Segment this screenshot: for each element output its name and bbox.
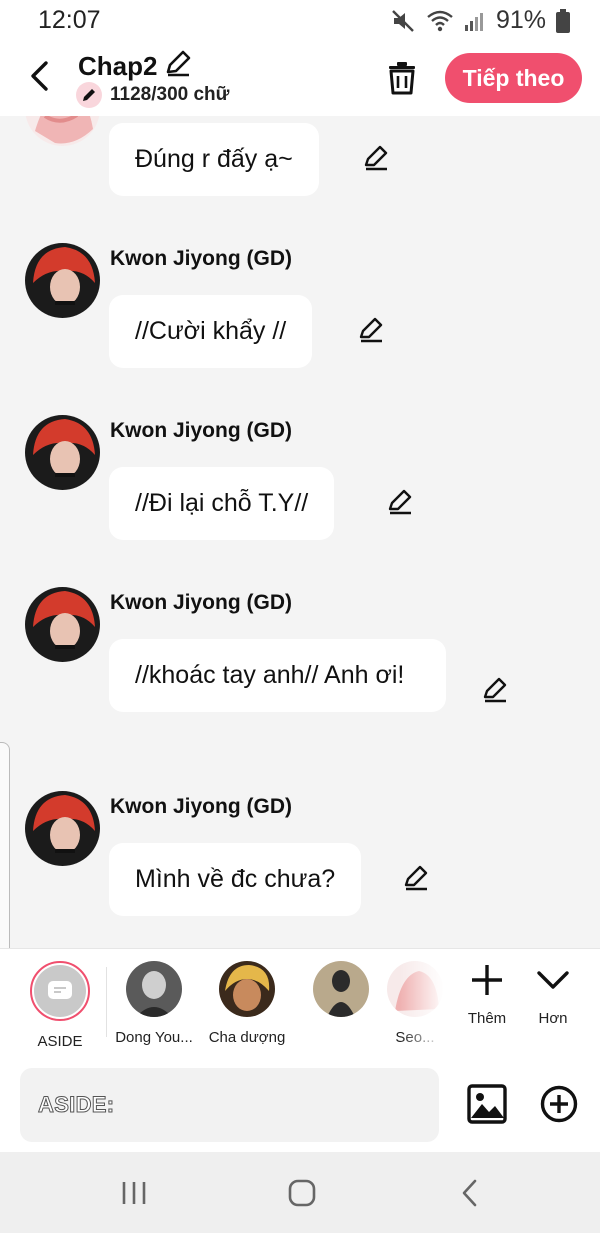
more-button[interactable]: Thêm xyxy=(457,963,517,1027)
status-icons: 91% xyxy=(390,6,570,35)
avatar xyxy=(313,961,369,1017)
avatar[interactable] xyxy=(25,243,100,318)
add-button[interactable] xyxy=(540,1085,578,1123)
character-item[interactable] xyxy=(293,961,389,1029)
mute-icon xyxy=(390,8,416,34)
signal-icon xyxy=(464,10,486,32)
character-picker: ASIDE Dong You... Cha dượng Seo... Thêm … xyxy=(0,948,600,1059)
picker-fade xyxy=(400,949,445,1059)
edit-icon[interactable] xyxy=(362,144,390,172)
recent-apps-button[interactable] xyxy=(114,1176,154,1210)
avatar[interactable] xyxy=(25,116,100,146)
chat-bubble-icon xyxy=(48,981,72,999)
message-bubble[interactable]: Đúng r đấy ạ~ xyxy=(109,123,319,196)
sender-name: Kwon Jiyong (GD) xyxy=(110,795,292,818)
message-text: //khoác tay anh// Anh ơi! xyxy=(135,661,405,689)
trash-icon xyxy=(389,62,415,95)
character-label: Dong You... xyxy=(115,1029,193,1046)
plus-icon xyxy=(472,965,502,995)
next-button[interactable]: Tiếp theo xyxy=(445,53,582,103)
edit-icon[interactable] xyxy=(357,316,385,344)
system-nav-bar xyxy=(0,1152,600,1233)
editor-header: Chap2 1128/300 chữ Tiếp theo xyxy=(0,42,600,116)
chevron-down-icon xyxy=(537,971,569,989)
chapter-title-text: Chap2 xyxy=(78,51,158,81)
aside-avatar xyxy=(30,961,90,1021)
character-label: ASIDE xyxy=(37,1033,83,1050)
message-text: //Cười khẩy // xyxy=(135,317,287,345)
message-bubble[interactable]: //khoác tay anh// Anh ơi! xyxy=(109,639,446,712)
recent-apps-icon xyxy=(122,1182,146,1204)
avatar[interactable] xyxy=(25,415,100,490)
char-count: 1128/300 chữ xyxy=(76,82,229,108)
sender-name: Kwon Jiyong (GD) xyxy=(110,591,292,614)
chapter-title[interactable]: Chap2 xyxy=(78,48,193,85)
input-row: ASIDE: xyxy=(0,1058,600,1152)
back-button[interactable] xyxy=(22,56,56,96)
character-aside[interactable]: ASIDE xyxy=(12,961,108,1050)
battery-icon xyxy=(556,8,570,33)
char-count-text: 1128/300 chữ xyxy=(110,84,230,105)
pencil-icon[interactable] xyxy=(163,48,193,85)
message-bubble[interactable]: //Cười khẩy // xyxy=(109,295,313,368)
message-bubble[interactable]: //Đi lại chỗ T.Y// xyxy=(109,467,335,540)
back-arrow-icon xyxy=(462,1179,477,1207)
battery-percent: 91% xyxy=(495,6,546,34)
back-nav-button[interactable] xyxy=(450,1176,490,1210)
status-bar: 12:07 91% xyxy=(0,0,600,42)
status-time: 12:07 xyxy=(38,6,101,34)
aside-prefix: ASIDE: xyxy=(37,1092,115,1118)
character-label: Cha dượng xyxy=(208,1029,286,1046)
sender-name: Kwon Jiyong (GD) xyxy=(110,247,292,270)
message-text: Mình về đc chưa? xyxy=(135,865,336,893)
wifi-icon xyxy=(426,9,454,33)
edit-icon[interactable] xyxy=(402,864,430,892)
sender-name: Kwon Jiyong (GD) xyxy=(110,419,292,442)
chat-area[interactable]: Đúng r đấy ạ~ Kwon Jiyong (GD) //Cười kh… xyxy=(0,116,600,948)
avatar xyxy=(219,961,275,1017)
home-icon xyxy=(288,1179,316,1207)
message-bubble[interactable]: Mình về đc chưa? xyxy=(109,843,362,916)
avatar xyxy=(126,961,182,1017)
home-button[interactable] xyxy=(282,1176,322,1210)
side-drawer-handle[interactable] xyxy=(0,742,10,972)
image-icon xyxy=(467,1084,507,1124)
character-item[interactable]: Dong You... xyxy=(106,961,202,1046)
message-text: Đúng r đấy ạ~ xyxy=(135,145,293,173)
insert-image-button[interactable] xyxy=(467,1084,507,1124)
message-text: //Đi lại chỗ T.Y// xyxy=(135,489,309,517)
delete-button[interactable] xyxy=(384,60,420,96)
avatar[interactable] xyxy=(25,587,100,662)
collapse-button[interactable]: Hơn xyxy=(523,963,583,1027)
plus-circle-icon xyxy=(540,1085,578,1123)
edit-icon[interactable] xyxy=(481,676,509,704)
avatar[interactable] xyxy=(25,791,100,866)
character-item[interactable]: Cha dượng xyxy=(199,961,295,1046)
collapse-label: Hơn xyxy=(538,1010,568,1027)
chevron-left-icon xyxy=(31,61,48,91)
more-label: Thêm xyxy=(467,1010,507,1027)
aside-text-input[interactable]: ASIDE: xyxy=(20,1068,439,1142)
edit-icon[interactable] xyxy=(386,488,414,516)
pencil-badge-icon xyxy=(76,82,102,108)
